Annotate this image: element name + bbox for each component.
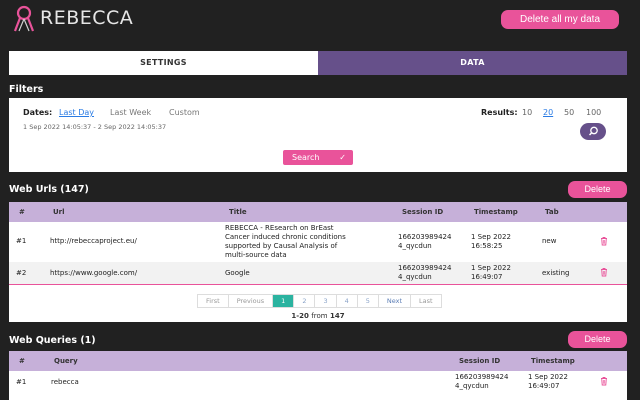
pagination-next[interactable]: Next — [379, 295, 412, 307]
row-number: #1 — [16, 378, 27, 386]
trash-icon[interactable] — [599, 236, 609, 246]
pagination-area: First Previous 1 2 3 4 5 Next Last 1-20 … — [9, 286, 627, 322]
search-button[interactable]: Search ✓ — [283, 150, 353, 165]
row-timestamp: 1 Sep 2022 16:49:07 — [528, 373, 568, 391]
results-option-20[interactable]: 20 — [543, 108, 553, 117]
web-urls-title: Web Urls (147) — [9, 184, 89, 195]
pagination-last[interactable]: Last — [411, 295, 441, 307]
row-number: #1 — [16, 237, 27, 245]
tab-data[interactable]: DATA — [318, 51, 627, 75]
delete-web-urls-button[interactable]: Delete — [568, 181, 627, 198]
column-header: Timestamp — [531, 357, 575, 365]
row-title-line: supported by Causal Analysis of — [225, 242, 338, 250]
check-icon: ✓ — [339, 153, 346, 162]
session-line: 4_qycdun — [398, 242, 432, 250]
pagination-page-2[interactable]: 2 — [294, 295, 316, 307]
row-title-line: multi-source data — [225, 251, 287, 259]
app-header: REBECCA Delete all my data — [0, 0, 640, 44]
row-url[interactable]: https://www.google.com/ — [50, 269, 137, 278]
search-icon — [588, 126, 598, 136]
session-line: 166203989424 — [398, 233, 452, 241]
pagination-page-4[interactable]: 4 — [337, 295, 358, 307]
row-title: REBECCA - REsearch on BrEast Cancer indu… — [225, 224, 346, 260]
pagination-previous[interactable]: Previous — [229, 295, 274, 307]
filters-title: Filters — [9, 84, 44, 95]
session-line: 166203989424 — [398, 264, 452, 272]
timestamp-line: 16:49:07 — [528, 382, 560, 390]
page-info-from: from — [311, 312, 328, 320]
search-icon-button[interactable] — [580, 123, 606, 140]
timestamp-line: 1 Sep 2022 — [528, 373, 568, 381]
pagination-first[interactable]: First — [198, 295, 229, 307]
row-query: rebecca — [51, 378, 79, 386]
results-option-100[interactable]: 100 — [586, 108, 601, 117]
web-queries-title: Web Queries (1) — [9, 335, 96, 346]
row-timestamp: 1 Sep 2022 16:49:07 — [471, 264, 511, 282]
ribbon-logo-icon — [13, 5, 35, 32]
session-line: 4_qycdun — [455, 382, 489, 390]
main-tabs: SETTINGS DATA — [9, 51, 627, 75]
row-url[interactable]: http://rebeccaproject.eu/ — [50, 237, 137, 246]
column-header: Title — [229, 208, 247, 216]
table-row: #1 http://rebeccaproject.eu/ REBECCA - R… — [9, 222, 627, 262]
session-line: 4_qycdun — [398, 273, 432, 281]
pagination-page-3[interactable]: 3 — [315, 295, 337, 307]
column-header: Url — [53, 208, 65, 216]
column-header: Session ID — [459, 357, 501, 365]
timestamp-line: 1 Sep 2022 — [471, 233, 511, 241]
column-header: # — [19, 357, 25, 365]
web-urls-table: # Url Title Session ID Timestamp Tab #1 … — [9, 202, 627, 322]
dates-label: Dates: — [23, 108, 53, 117]
trash-icon[interactable] — [599, 267, 609, 277]
row-timestamp: 1 Sep 2022 16:58:25 — [471, 233, 511, 251]
row-title: Google — [225, 269, 250, 278]
web-queries-table: # Query Session ID Timestamp #1 rebecca … — [9, 351, 627, 400]
filters-panel: Dates: Last Day Last Week Custom 1 Sep 2… — [9, 98, 627, 172]
column-header: Tab — [545, 208, 559, 216]
table-header: # Url Title Session ID Timestamp Tab — [9, 202, 627, 222]
column-header: Session ID — [402, 208, 444, 216]
brand-name: REBECCA — [40, 7, 134, 29]
trash-icon[interactable] — [599, 376, 609, 386]
session-line: 166203989424 — [455, 373, 509, 381]
row-title-line: REBECCA - REsearch on BrEast — [225, 224, 334, 232]
page-info-total: 147 — [330, 312, 345, 320]
page-info: 1-20 from 147 — [9, 312, 627, 320]
results-option-50[interactable]: 50 — [564, 108, 574, 117]
row-tab: existing — [542, 269, 570, 277]
delete-web-queries-button[interactable]: Delete — [568, 331, 627, 348]
pagination-page-1[interactable]: 1 — [273, 295, 295, 307]
tab-settings[interactable]: SETTINGS — [9, 51, 318, 75]
row-tab: new — [542, 237, 557, 245]
date-range: 1 Sep 2022 14:05:37 - 2 Sep 2022 14:05:3… — [23, 123, 167, 131]
row-title-line: Google — [225, 269, 250, 277]
column-header: # — [19, 208, 25, 216]
date-option-custom[interactable]: Custom — [169, 108, 200, 117]
date-option-last-week[interactable]: Last Week — [110, 108, 151, 117]
row-number: #2 — [16, 269, 27, 277]
row-title-line: Cancer induced chronic conditions — [225, 233, 346, 241]
pagination-page-5[interactable]: 5 — [358, 295, 379, 307]
results-label: Results: — [481, 108, 518, 117]
row-session-id: 166203989424 4_qycdun — [455, 373, 508, 391]
timestamp-line: 16:49:07 — [471, 273, 503, 281]
pagination: First Previous 1 2 3 4 5 Next Last — [197, 294, 442, 308]
column-header: Timestamp — [474, 208, 518, 216]
results-option-10[interactable]: 10 — [522, 108, 532, 117]
page-info-range: 1-20 — [291, 312, 309, 320]
search-button-label: Search — [292, 153, 320, 162]
column-header: Query — [54, 357, 78, 365]
timestamp-line: 1 Sep 2022 — [471, 264, 511, 272]
table-row: #1 rebecca 166203989424 4_qycdun 1 Sep 2… — [9, 371, 627, 400]
table-row: #2 https://www.google.com/ Google 166203… — [9, 262, 627, 285]
timestamp-line: 16:58:25 — [471, 242, 503, 250]
table-header: # Query Session ID Timestamp — [9, 351, 627, 371]
delete-all-data-button[interactable]: Delete all my data — [501, 10, 619, 29]
row-session-id: 166203989424 4_qycdun — [398, 264, 451, 282]
row-session-id: 166203989424 4_qycdun — [398, 233, 451, 251]
date-option-last-day[interactable]: Last Day — [59, 108, 94, 117]
